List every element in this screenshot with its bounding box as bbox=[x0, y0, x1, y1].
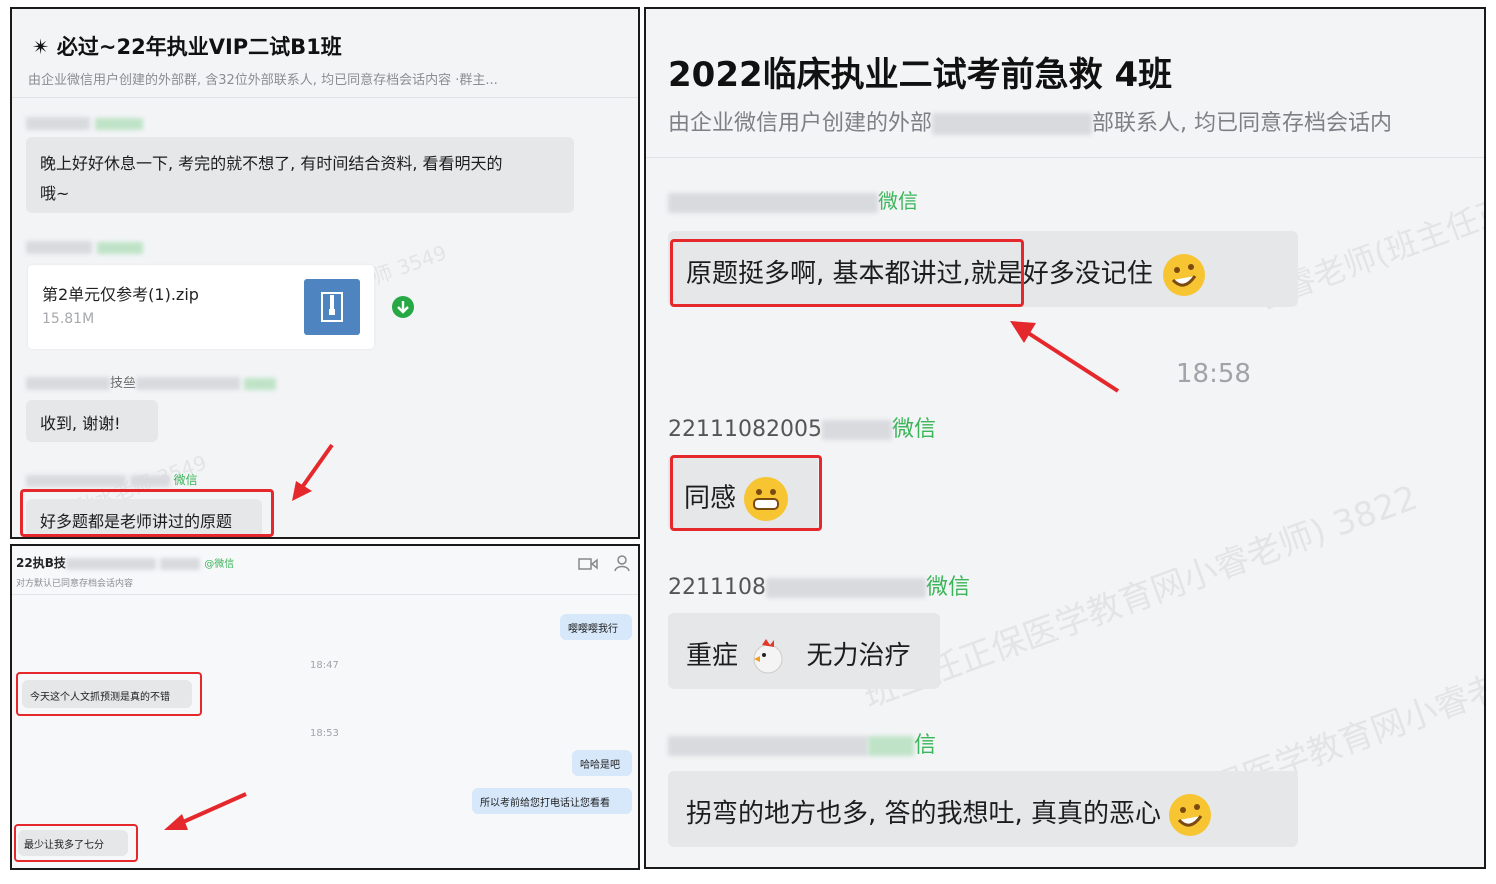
wechat-tag: @微信 bbox=[204, 559, 235, 570]
message-text: 所以考前给您打电话让您看看 bbox=[480, 798, 610, 809]
highlight-box bbox=[670, 455, 822, 531]
wechat-tag: 微信 bbox=[925, 575, 970, 600]
timestamp: 18:58 bbox=[1176, 359, 1251, 389]
message-text: 无力治疗 bbox=[806, 641, 911, 671]
message-bubble-self: 哈哈是吧 bbox=[572, 750, 632, 776]
red-arrow-icon bbox=[1010, 321, 1120, 393]
highlight-box bbox=[20, 489, 274, 537]
sender-name: 微信 bbox=[26, 471, 198, 488]
message-bubble-self: 嘤嘤嘤我行 bbox=[560, 614, 632, 640]
red-arrow-icon bbox=[292, 443, 334, 501]
message-bubble: 重症 无力治疗 bbox=[668, 613, 940, 689]
chat-title: 2022临床执业二试考前急救 4班 bbox=[668, 55, 1173, 95]
sender-name: 22111082005 微信 bbox=[668, 417, 936, 442]
sender-name: 2211108 微信 bbox=[668, 575, 970, 600]
chat-subtitle: 由企业微信用户创建的外部 部联系人, 均已同意存档会话内 bbox=[668, 111, 1393, 136]
message-bubble-self: 所以考前给您打电话让您看看 bbox=[472, 788, 632, 814]
chat-title: 22执B技 @微信 bbox=[16, 556, 235, 570]
file-name: 第2单元仅参考(1).zip bbox=[42, 285, 199, 304]
sender-name bbox=[26, 237, 144, 256]
message-text: 哈哈是吧 bbox=[580, 760, 620, 771]
sender-name: 信 bbox=[668, 727, 936, 759]
zip-file-icon bbox=[304, 279, 360, 335]
chicken-emoji-icon bbox=[746, 637, 786, 677]
message-text: 重症 bbox=[686, 641, 739, 671]
chat-panel-emergency-4: 小睿老师(班主任正 班主任正保医学教育网小睿老师) 3822 班主任正保医学教育… bbox=[644, 7, 1486, 869]
message-bubble: 收到, 谢谢! bbox=[26, 400, 158, 442]
chat-subtitle: 对方默认已同意存档会话内容 bbox=[16, 579, 134, 589]
message-text: 嘤嘤嘤我行 bbox=[568, 624, 618, 635]
message-bubble: 晚上好好休息一下, 考完的就不想了, 有时间结合资料, 看看明天的 哦~ bbox=[26, 137, 574, 213]
timestamp: 18:47 bbox=[310, 660, 339, 671]
sender-name: 微信 bbox=[668, 185, 918, 214]
chat-panel-vip-b1: 秋水老师 3549 秋水老师 3549 ✴ 必过~22年执业VIP二试B1班 由… bbox=[10, 7, 640, 539]
chat-title: ✴ 必过~22年执业VIP二试B1班 bbox=[32, 35, 342, 59]
download-icon[interactable] bbox=[392, 296, 414, 318]
file-size: 15.81M bbox=[42, 311, 95, 327]
laughing-emoji-icon bbox=[1163, 253, 1206, 296]
message-text: 拐弯的地方也多, 答的我想吐, 真真的恶心 bbox=[686, 799, 1162, 829]
timestamp: 18:53 bbox=[310, 728, 339, 739]
message-bubble: 拐弯的地方也多, 答的我想吐, 真真的恶心 bbox=[668, 771, 1298, 847]
sender-name: 技亝 bbox=[26, 372, 277, 391]
highlight-box bbox=[14, 824, 138, 862]
wechat-tag: 微信 bbox=[173, 473, 198, 487]
sender-name bbox=[26, 113, 144, 132]
red-arrow-icon bbox=[164, 792, 247, 830]
highlight-box bbox=[16, 672, 202, 716]
wechat-tag: 微信 bbox=[891, 417, 936, 442]
header-divider bbox=[12, 594, 638, 595]
video-call-icon[interactable] bbox=[578, 556, 598, 575]
chat-subtitle: 由企业微信用户创建的外部群, 含32位外部联系人, 均已同意存档会话内容 ·群主… bbox=[28, 73, 498, 88]
sender-partial: 技亝 bbox=[110, 376, 137, 391]
file-card[interactable]: 第2单元仅参考(1).zip 15.81M bbox=[28, 265, 374, 349]
chat-panel-22-b: 22执B技 @微信 对方默认已同意存档会话内容 嘤嘤嘤我行 18:47 今天这个… bbox=[10, 544, 640, 870]
wechat-tag: 微信 bbox=[878, 189, 918, 213]
message-text: 收到, 谢谢! bbox=[40, 414, 121, 433]
add-member-icon[interactable] bbox=[614, 554, 632, 576]
message-text: 晚上好好休息一下, 考完的就不想了, 有时间结合资料, 看看明天的 bbox=[40, 154, 503, 173]
laughing-emoji-icon bbox=[1169, 793, 1212, 836]
header-divider bbox=[646, 157, 1484, 158]
highlight-box bbox=[670, 239, 1024, 307]
wechat-tag: 信 bbox=[914, 733, 937, 758]
message-text: 哦~ bbox=[40, 184, 70, 203]
header-divider bbox=[12, 97, 638, 98]
